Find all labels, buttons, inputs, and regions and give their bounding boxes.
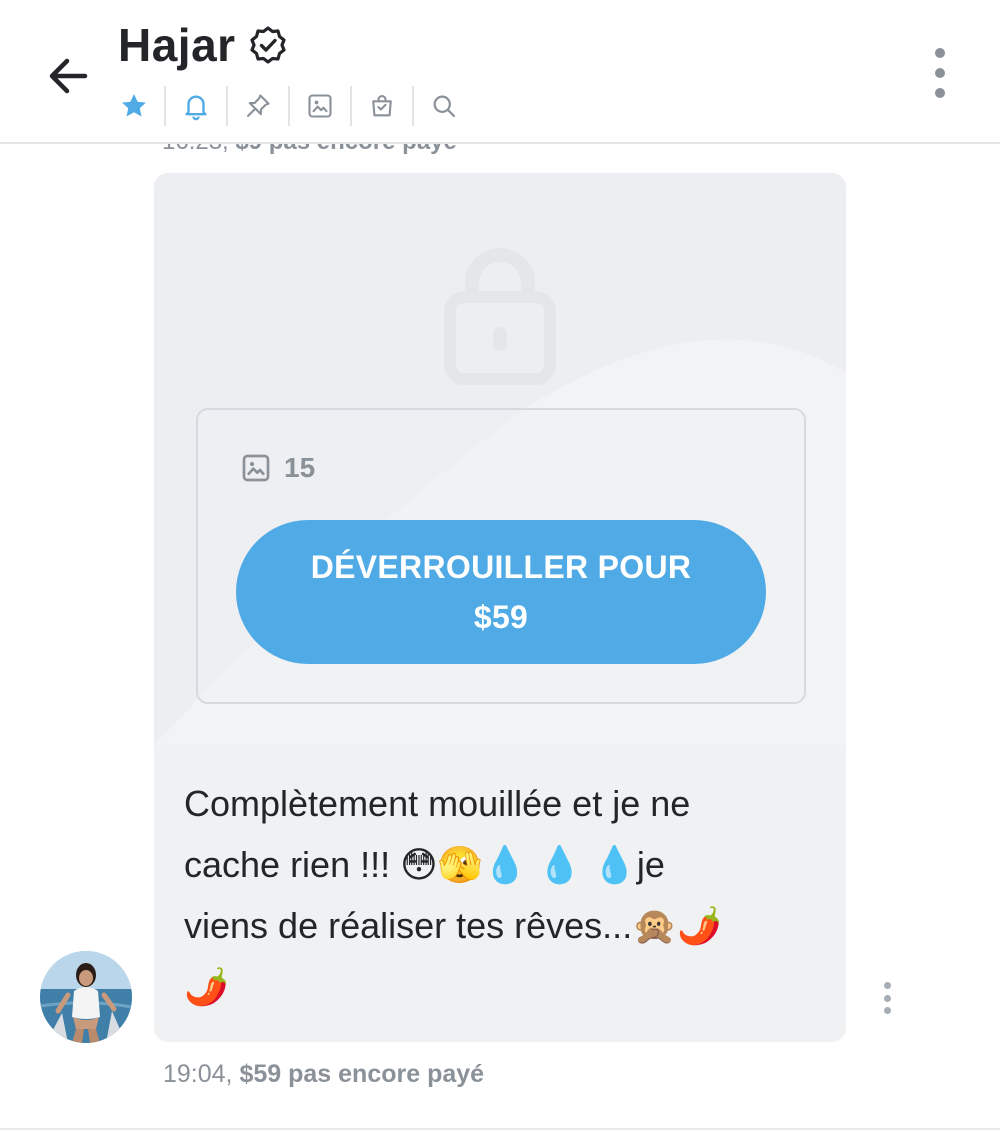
unlock-price: $59 xyxy=(473,599,529,635)
shopping-bag-icon xyxy=(372,95,392,117)
image-icon xyxy=(242,454,270,482)
favorite-button[interactable] xyxy=(112,84,156,128)
dot xyxy=(935,48,945,58)
search-icon xyxy=(433,95,456,118)
more-options-button[interactable] xyxy=(918,48,962,98)
chat-toolbar xyxy=(112,84,466,128)
payment-status: $59 pas encore payé xyxy=(239,1060,485,1088)
message-text-line: 🌶️ xyxy=(184,966,229,1007)
toolbar-divider xyxy=(412,86,414,126)
unlock-button[interactable]: DÉVERROUILLER POUR $59 xyxy=(236,520,766,664)
photo-count: 15 xyxy=(240,452,315,484)
bottom-divider xyxy=(0,1128,1000,1130)
toolbar-divider xyxy=(350,86,352,126)
pin-button[interactable] xyxy=(236,84,280,128)
message-text-line: cache rien !!! 😳🫣💧 💧 💧je xyxy=(184,844,665,885)
pin-icon xyxy=(247,94,270,117)
unlock-card: 15 DÉVERROUILLER POUR $59 xyxy=(196,408,806,704)
locked-media-preview: 15 DÉVERROUILLER POUR $59 xyxy=(154,173,846,745)
chat-title: Hajar xyxy=(118,19,236,71)
bell-icon xyxy=(185,95,207,121)
photo-count-value: 15 xyxy=(284,452,316,483)
star-icon xyxy=(122,94,146,117)
dot xyxy=(883,982,891,989)
back-button[interactable] xyxy=(40,48,96,104)
message-time: 19:04, xyxy=(163,1060,233,1088)
avatar-image xyxy=(40,951,132,1043)
unlock-label: DÉVERROUILLER POUR xyxy=(310,549,692,585)
dot xyxy=(935,68,945,78)
chat-title-area[interactable]: Hajar xyxy=(118,18,288,72)
image-icon xyxy=(308,94,332,118)
toolbar-divider xyxy=(164,86,166,126)
message-options-button[interactable] xyxy=(880,982,894,1014)
locked-message-bubble: 15 DÉVERROUILLER POUR $59 Complètement m… xyxy=(154,173,846,1042)
lock-icon xyxy=(444,248,556,385)
toolbar-divider xyxy=(226,86,228,126)
message-text-line: Complètement mouillée et je ne xyxy=(184,783,691,824)
purchases-button[interactable] xyxy=(360,84,404,128)
message-text: Complètement mouillée et je ne cache rie… xyxy=(184,773,814,1017)
dot xyxy=(935,88,945,98)
dot xyxy=(883,994,891,1002)
toolbar-divider xyxy=(288,86,290,126)
verified-badge-icon xyxy=(248,25,288,65)
arrow-left-icon xyxy=(49,58,88,94)
media-button[interactable] xyxy=(298,84,342,128)
search-button[interactable] xyxy=(422,84,466,128)
message-meta: 19:04, $59 pas encore payé xyxy=(163,1060,484,1089)
notifications-button[interactable] xyxy=(174,84,218,128)
message-text-line: viens de réaliser tes rêves...🙊🌶️ xyxy=(184,905,722,946)
chat-header: Hajar xyxy=(0,0,1000,144)
sender-avatar[interactable] xyxy=(40,951,132,1043)
dot xyxy=(883,1007,891,1014)
